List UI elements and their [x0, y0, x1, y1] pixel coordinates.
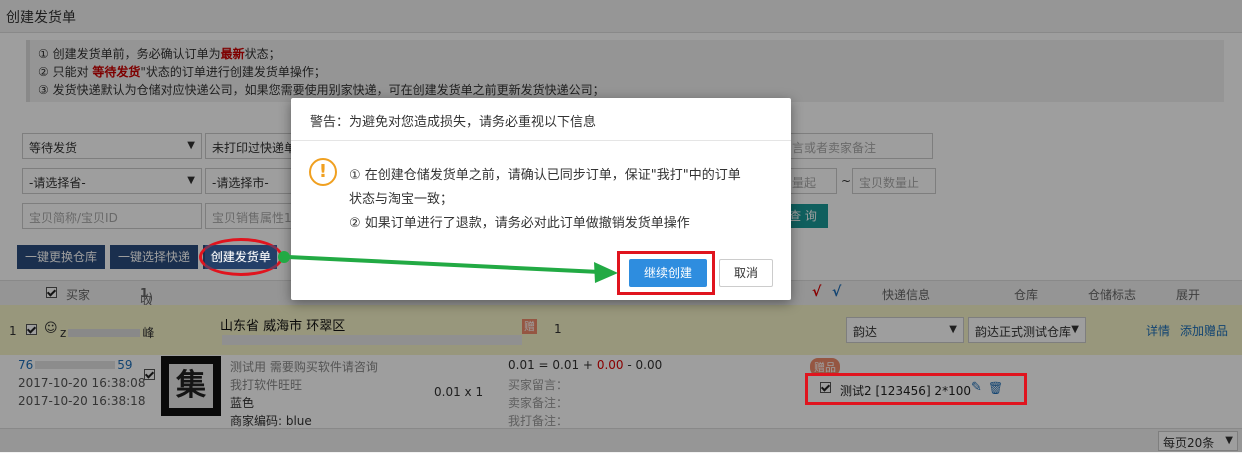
arrow-head [594, 262, 618, 283]
arrow-line [287, 255, 601, 274]
annotation-arrow [278, 251, 618, 283]
